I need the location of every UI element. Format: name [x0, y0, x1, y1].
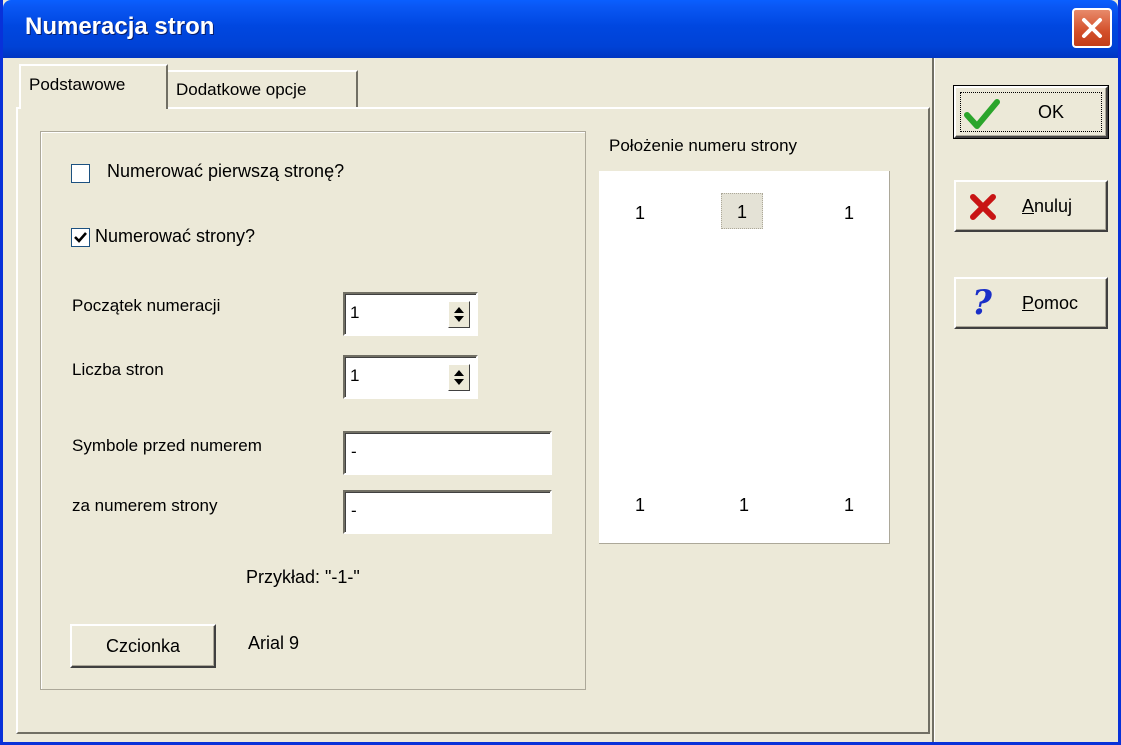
before-value: -	[351, 442, 357, 461]
start-spin-buttons[interactable]	[448, 301, 470, 328]
position-top-center[interactable]: 1	[721, 193, 763, 229]
start-label: Początek numeracji	[72, 296, 221, 315]
before-label: Symbole przed numerem	[72, 436, 262, 455]
start-value: 1	[350, 303, 360, 322]
position-preview: 1 1 1 1 1 1	[599, 171, 890, 544]
close-button[interactable]	[1072, 8, 1112, 48]
checkmark-icon	[74, 232, 87, 243]
window-title: Numeracja stron	[25, 13, 215, 40]
title-bar[interactable]: Numeracja stron	[3, 0, 1118, 58]
position-top-right[interactable]: 1	[844, 203, 854, 224]
checkmark-icon	[964, 99, 1000, 129]
position-bottom-center[interactable]: 1	[739, 495, 749, 516]
help-accesskey: P	[1022, 293, 1035, 313]
ok-button[interactable]: OK	[953, 85, 1109, 139]
cancel-label: Anuluj	[1022, 196, 1072, 217]
cancel-label-rest: nuluj	[1034, 196, 1073, 216]
ok-label: OK	[1038, 102, 1065, 122]
help-question-icon: ?	[972, 283, 992, 323]
before-input[interactable]: -	[343, 431, 552, 475]
start-spinner[interactable]: 1	[343, 292, 478, 336]
after-input[interactable]: -	[343, 490, 552, 534]
spin-arrows-icon	[454, 370, 464, 385]
help-label-rest: omoc	[1034, 293, 1079, 313]
position-bottom-left[interactable]: 1	[635, 495, 645, 516]
help-button[interactable]: ? Pomoc	[954, 277, 1108, 329]
tab-podstawowe[interactable]: Podstawowe	[19, 64, 168, 109]
count-label: Liczba stron	[72, 360, 164, 379]
help-label: Pomoc	[1022, 293, 1078, 314]
number-first-page-checkbox[interactable]	[71, 164, 90, 183]
number-first-page-label: Numerować pierwszą stronę?	[107, 161, 345, 181]
font-value: Arial 9	[248, 633, 300, 653]
numbering-groupbox	[40, 131, 586, 690]
dialog-window: Numeracja stron Podstawowe Dodatkowe opc…	[0, 0, 1121, 745]
after-label: za numerem strony	[72, 496, 218, 515]
spin-arrows-icon	[454, 307, 464, 322]
count-spin-buttons[interactable]	[448, 364, 470, 391]
number-pages-label: Numerować strony?	[95, 226, 256, 246]
divider	[932, 58, 934, 742]
cancel-button[interactable]: Anuluj	[954, 180, 1108, 232]
count-spinner[interactable]: 1	[343, 355, 478, 399]
font-button[interactable]: Czcionka	[70, 624, 216, 668]
position-top-left[interactable]: 1	[635, 203, 645, 224]
cancel-accesskey: A	[1022, 196, 1035, 216]
position-bottom-right[interactable]: 1	[844, 495, 854, 516]
close-icon	[1082, 18, 1102, 38]
after-value: -	[351, 501, 357, 520]
tab-dodatkowe-opcje[interactable]: Dodatkowe opcje	[168, 70, 358, 108]
position-title: Położenie numeru strony	[609, 136, 798, 155]
number-pages-checkbox[interactable]	[71, 228, 90, 247]
example-text: Przykład: "-1-"	[246, 567, 360, 587]
cancel-x-icon	[970, 194, 996, 220]
count-value: 1	[350, 366, 360, 385]
